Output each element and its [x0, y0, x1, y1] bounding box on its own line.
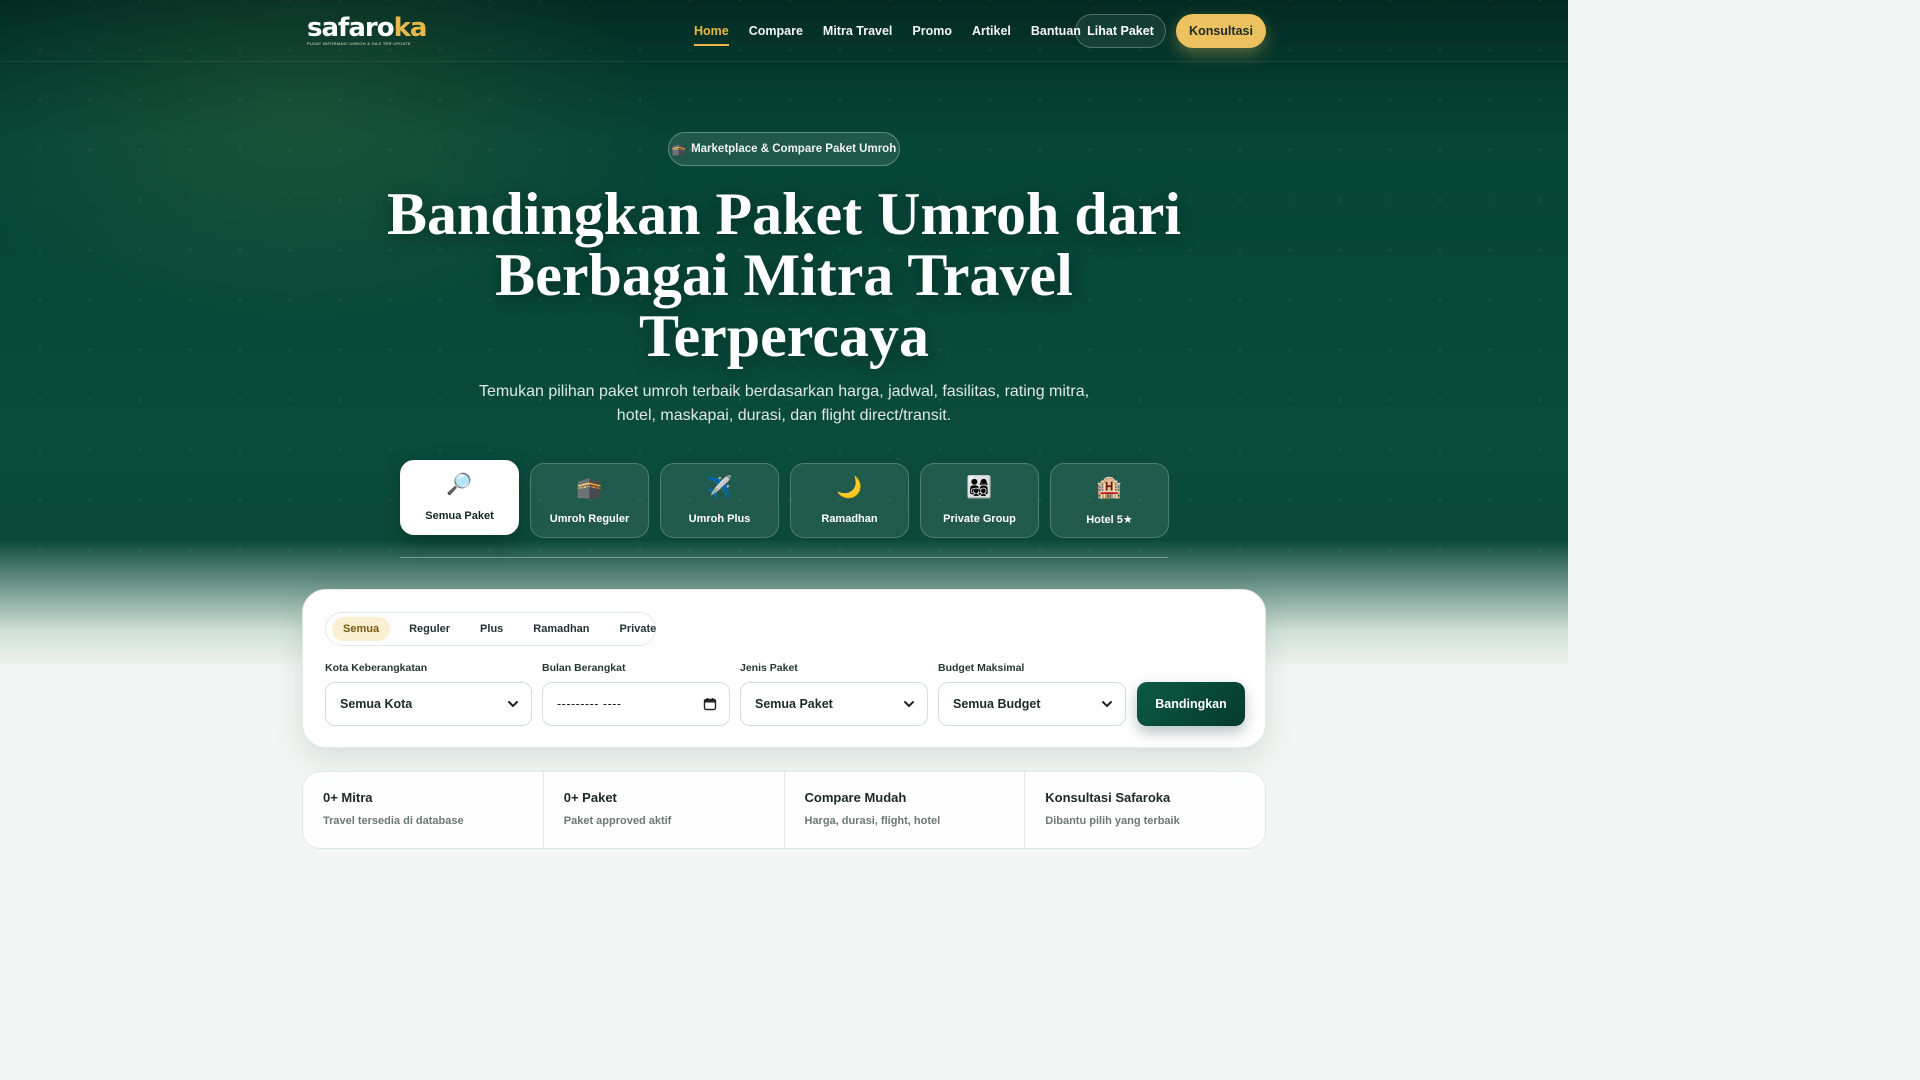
category-label: Hotel 5★ [1086, 514, 1133, 526]
kota-select[interactable]: Semua Kota [325, 682, 532, 726]
budget-value: Semua Budget [953, 697, 1041, 711]
category-umroh-plus[interactable]: ✈️ Umroh Plus [660, 463, 779, 538]
crescent-moon-icon: 🌙 [836, 476, 863, 499]
filter-tab-private[interactable]: Private [609, 617, 668, 641]
chevron-down-icon [1102, 701, 1112, 707]
budget-label: Budget Maksimal [938, 662, 1025, 674]
stat-paket: 0+ Paket Paket approved aktif [544, 772, 785, 848]
filter-tab-ramadhan[interactable]: Ramadhan [522, 617, 600, 641]
chevron-down-icon [904, 701, 914, 707]
magnifier-icon: 🔎 [446, 473, 473, 496]
hero-subtitle: Temukan pilihan paket umroh terbaik berd… [478, 383, 1090, 424]
nav-bantuan[interactable]: Bantuan [1031, 24, 1081, 38]
kaaba-icon: 🕋 [671, 144, 687, 156]
safaroka-logo[interactable]: safaroka PUSAT INFORMASI UMROH & HAJI TE… [307, 14, 427, 48]
stat-desc: Travel tersedia di database [323, 815, 464, 827]
bulan-label: Bulan Berangkat [542, 662, 626, 674]
category-label: Private Group [943, 513, 1016, 525]
category-cards: 🔎 Semua Paket 🕋 Umroh Reguler ✈️ Umroh P… [400, 460, 1169, 540]
bandingkan-button[interactable]: Bandingkan [1137, 682, 1245, 726]
filter-tab-reguler[interactable]: Reguler [398, 617, 461, 641]
family-icon: 👨‍👩‍👧‍👦 [966, 476, 993, 499]
category-hotel-5-star[interactable]: 🏨 Hotel 5★ [1050, 463, 1169, 538]
stat-mitra: 0+ Mitra Travel tersedia di database [303, 772, 544, 848]
chevron-down-icon [508, 701, 518, 707]
stat-title: 0+ Paket [563, 790, 617, 805]
stat-compare: Compare Mudah Harga, durasi, flight, hot… [785, 772, 1026, 848]
hero-badge: 🕋 Marketplace & Compare Paket Umroh [668, 132, 900, 166]
search-panel: Semua Reguler Plus Ramadhan Private Kota… [302, 589, 1266, 748]
bulan-month-input[interactable]: --------- ---- [542, 682, 730, 726]
stat-title: 0+ Mitra [323, 790, 373, 805]
category-label: Umroh Reguler [549, 513, 630, 525]
hotel-icon: 🏨 [1096, 476, 1123, 499]
hero-badge-label: Marketplace & Compare Paket Umroh [691, 143, 897, 155]
category-semua-paket[interactable]: 🔎 Semua Paket [400, 460, 519, 535]
category-umroh-reguler[interactable]: 🕋 Umroh Reguler [530, 463, 649, 538]
nav-mitra-travel[interactable]: Mitra Travel [823, 24, 892, 38]
hero-title: Bandingkan Paket Umroh dari Berbagai Mit… [386, 181, 1182, 369]
filter-tab-plus[interactable]: Plus [469, 617, 514, 641]
jenis-label: Jenis Paket [740, 662, 798, 674]
nav-promo[interactable]: Promo [912, 24, 952, 38]
stats-bar: 0+ Mitra Travel tersedia di database 0+ … [302, 771, 1266, 849]
jenis-value: Semua Paket [755, 697, 833, 711]
main-menu: Home Compare Mitra Travel Promo Artikel … [694, 0, 1081, 62]
bulan-value: --------- ---- [557, 697, 622, 711]
kota-label: Kota Keberangkatan [325, 662, 428, 674]
stat-desc: Harga, durasi, flight, hotel [804, 815, 941, 827]
stat-desc: Paket approved aktif [563, 815, 672, 827]
lihat-paket-button[interactable]: Lihat Paket [1075, 14, 1166, 48]
nav-artikel[interactable]: Artikel [972, 24, 1011, 38]
category-label: Umroh Plus [688, 513, 751, 525]
category-label: Ramadhan [821, 513, 878, 525]
stat-desc: Dibantu pilih yang terbaik [1045, 815, 1180, 827]
nav-home[interactable]: Home [694, 24, 729, 46]
filter-tab-semua[interactable]: Semua [332, 617, 391, 641]
stat-konsultasi: Konsultasi Safaroka Dibantu pilih yang t… [1025, 772, 1265, 848]
category-private-group[interactable]: 👨‍👩‍👧‍👦 Private Group [920, 463, 1039, 538]
stat-title: Konsultasi Safaroka [1045, 790, 1171, 805]
stat-title: Compare Mudah [804, 790, 907, 805]
airplane-icon: ✈️ [706, 476, 733, 499]
kota-value: Semua Kota [340, 697, 413, 711]
hero-divider [400, 557, 1168, 558]
budget-select[interactable]: Semua Budget [938, 682, 1126, 726]
nav-compare[interactable]: Compare [749, 24, 803, 38]
calendar-icon[interactable] [703, 697, 717, 711]
konsultasi-button[interactable]: Konsultasi [1176, 14, 1266, 48]
category-label: Semua Paket [425, 510, 494, 522]
category-ramadhan[interactable]: 🌙 Ramadhan [790, 463, 909, 538]
package-filter-tabs: Semua Reguler Plus Ramadhan Private [325, 612, 656, 646]
jenis-select[interactable]: Semua Paket [740, 682, 928, 726]
top-navbar: safaroka PUSAT INFORMASI UMROH & HAJI TE… [0, 0, 1568, 62]
kaaba-icon: 🕋 [576, 476, 603, 499]
